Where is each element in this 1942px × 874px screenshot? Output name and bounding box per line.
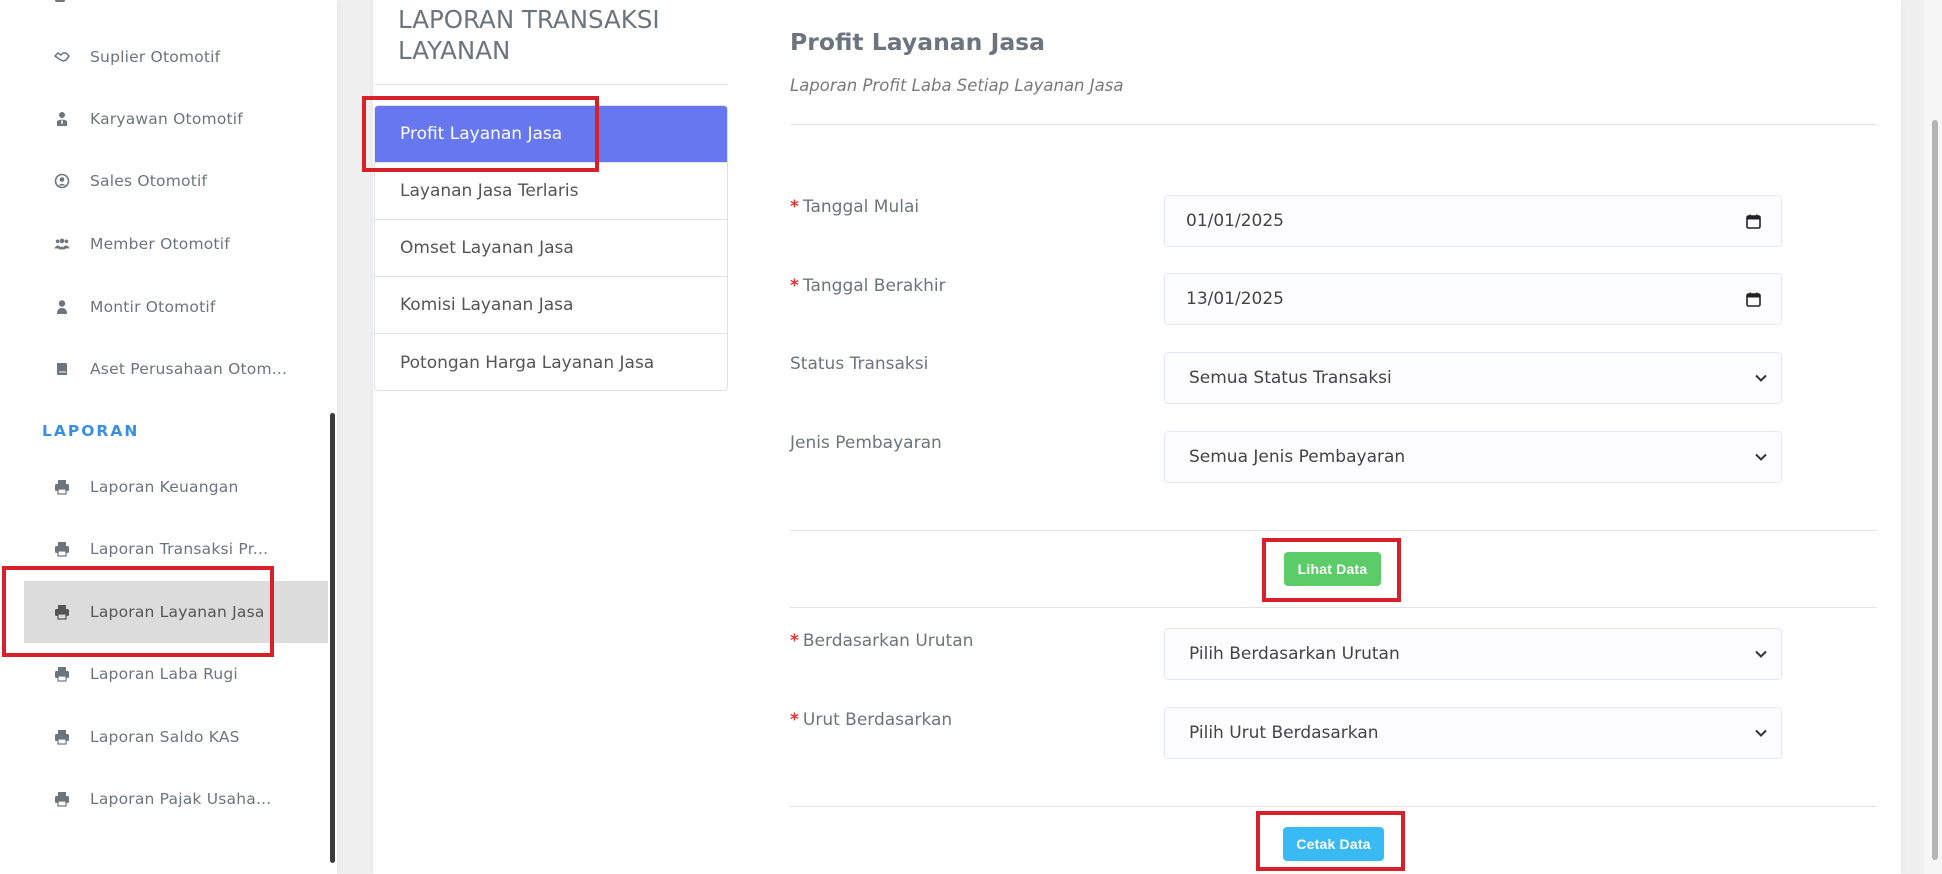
tanggal-berakhir-input[interactable]: 13/01/2025 [1164, 273, 1782, 325]
divider [374, 84, 728, 85]
calendar-icon[interactable] [1746, 292, 1761, 307]
highlight-box [1262, 538, 1401, 602]
divider [790, 530, 1877, 531]
sidebar-item-label: Laporan Pajak Usaha... [90, 790, 272, 808]
required-mark: * [790, 197, 799, 217]
status-transaksi-select[interactable]: Semua Status Transaksi [1164, 352, 1782, 404]
sidebar-item-label: Suplier Otomotif [90, 48, 221, 66]
submenu-item-omset-layanan-jasa[interactable]: Omset Layanan Jasa [375, 220, 727, 277]
tanggal-berakhir-label: * Tanggal Berakhir [790, 276, 946, 296]
submenu-title: LAPORAN TRANSAKSI LAYANAN [398, 5, 660, 65]
page-title: Profit Layanan Jasa [790, 28, 1046, 56]
sidebar-section-laporan: LAPORAN [42, 422, 140, 440]
tanggal-mulai-input[interactable]: 01/01/2025 [1164, 195, 1782, 247]
chevron-down-icon [1755, 374, 1767, 382]
sidebar-item-laporan-pajak-usaha[interactable]: Laporan Pajak Usaha... [24, 768, 328, 830]
sidebar-item-label: Laporan Laba Rugi [90, 665, 238, 683]
berdasarkan-urutan-select[interactable]: Pilih Berdasarkan Urutan [1164, 628, 1782, 680]
highlight-box [2, 566, 274, 657]
sidebar-item-karyawan-otomotif[interactable]: Karyawan Otomotif [24, 88, 328, 150]
submenu-item-potongan-harga[interactable]: Potongan Harga Layanan Jasa [375, 334, 727, 390]
print-icon [50, 787, 74, 811]
sidebar-item-label: Laporan Keuangan [90, 478, 239, 496]
calendar-icon[interactable] [1746, 214, 1761, 229]
sidebar: Suplier Otomotif Karyawan Otomotif Sales… [0, 0, 337, 874]
user-circle-icon [50, 169, 74, 193]
page-scrollbar-thumb[interactable] [1932, 120, 1938, 860]
sidebar-item-montir-otomotif[interactable]: Montir Otomotif [24, 276, 328, 338]
select-value: Pilih Berdasarkan Urutan [1189, 644, 1400, 664]
book-icon [50, 357, 74, 381]
print-icon [50, 662, 74, 686]
jenis-pembayaran-label: Jenis Pembayaran [790, 433, 942, 453]
berdasarkan-urutan-label: * Berdasarkan Urutan [790, 631, 974, 651]
jenis-pembayaran-select[interactable]: Semua Jenis Pembayaran [1164, 431, 1782, 483]
date-value: 13/01/2025 [1186, 289, 1284, 309]
required-mark: * [790, 710, 799, 730]
highlight-box [1256, 811, 1405, 871]
user-tie-icon [50, 107, 74, 131]
sidebar-scrollbar[interactable] [330, 413, 335, 863]
sidebar-item-label: Karyawan Otomotif [90, 110, 243, 128]
tanggal-mulai-label: * Tanggal Mulai [790, 197, 920, 217]
sidebar-item-member-otomotif[interactable]: Member Otomotif [24, 213, 328, 275]
sidebar-item-label: Aset Perusahaan Otom... [90, 360, 288, 378]
sidebar-item-label: Sales Otomotif [90, 172, 208, 190]
chevron-down-icon [1755, 650, 1767, 658]
sidebar-item-laporan-saldo-kas[interactable]: Laporan Saldo KAS [24, 706, 328, 768]
highlight-box [362, 96, 599, 172]
select-value: Semua Status Transaksi [1189, 368, 1392, 388]
print-icon [50, 537, 74, 561]
required-mark: * [790, 631, 799, 651]
sidebar-item-suplier-otomotif[interactable]: Suplier Otomotif [24, 26, 328, 88]
urut-berdasarkan-label: * Urut Berdasarkan [790, 710, 953, 730]
page-subtitle: Laporan Profit Laba Setiap Layanan Jasa [790, 76, 1124, 95]
print-icon [50, 725, 74, 749]
divider [790, 806, 1877, 807]
print-icon [55, 0, 65, 2]
sidebar-item-aset-perusahaan[interactable]: Aset Perusahaan Otom... [24, 338, 328, 400]
sidebar-item-laporan-keuangan[interactable]: Laporan Keuangan [24, 456, 328, 518]
chevron-down-icon [1755, 453, 1767, 461]
users-icon [50, 232, 74, 256]
required-mark: * [790, 276, 799, 296]
sidebar-item-label: Montir Otomotif [90, 298, 216, 316]
user-icon [50, 295, 74, 319]
sidebar-item-label: Member Otomotif [90, 235, 230, 253]
date-value: 01/01/2025 [1186, 211, 1284, 231]
print-icon [50, 475, 74, 499]
urut-berdasarkan-select[interactable]: Pilih Urut Berdasarkan [1164, 707, 1782, 759]
status-transaksi-label: Status Transaksi [790, 354, 929, 374]
select-value: Pilih Urut Berdasarkan [1189, 723, 1379, 743]
sidebar-item-label: Laporan Saldo KAS [90, 728, 240, 746]
sidebar-item-sales-otomotif[interactable]: Sales Otomotif [24, 150, 328, 212]
submenu-item-komisi-layanan-jasa[interactable]: Komisi Layanan Jasa [375, 277, 727, 334]
handshake-icon [50, 45, 74, 69]
divider [790, 124, 1877, 125]
divider [790, 607, 1877, 608]
chevron-down-icon [1755, 729, 1767, 737]
select-value: Semua Jenis Pembayaran [1189, 447, 1406, 467]
sidebar-item-label: Laporan Transaksi Pr... [90, 540, 269, 558]
